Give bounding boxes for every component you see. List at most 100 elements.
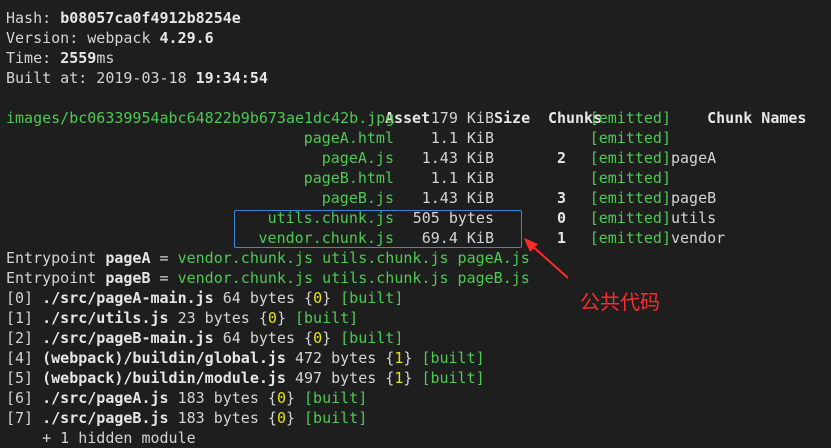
module-path: ./src/utils.js — [42, 309, 169, 327]
module-id: [1] — [6, 309, 43, 327]
asset-name: pageB.html — [303, 169, 394, 187]
annotation-arrow-icon — [524, 238, 569, 279]
module-id: [7] — [6, 409, 43, 427]
time-line: Time: 2559ms — [6, 49, 115, 67]
module-close: } — [285, 389, 305, 407]
module-size: 64 bytes { — [213, 329, 314, 347]
module-status: [built] — [340, 329, 404, 347]
asset-size: 1.1 KiB — [430, 129, 494, 147]
hash-value: b08057ca0f4912b8254e — [60, 9, 241, 27]
built-time: 19:34:54 — [195, 69, 268, 87]
asset-name: pageB.js — [321, 189, 394, 207]
module-size: 472 bytes { — [285, 349, 395, 367]
asset-name: images/bc06339954abc64822b9b673ae1dc42b.… — [6, 109, 395, 127]
asset-name: pageA.html — [303, 129, 394, 147]
entrypoint-name: pageB — [105, 269, 151, 287]
module-path: ./src/pageA-main.js — [42, 289, 214, 307]
emitted-status: [emitted] — [589, 149, 671, 167]
asset-name: pageA.js — [321, 149, 394, 167]
module-chunk: 0 — [267, 309, 277, 327]
chunk-name: utils — [671, 209, 717, 227]
version-value: 4.29.6 — [159, 29, 214, 47]
module-path: ./src/pageB.js — [42, 409, 169, 427]
module-id: [2] — [6, 329, 43, 347]
entrypoint-files: vendor.chunk.js utils.chunk.js pageB.js — [177, 269, 530, 287]
asset-size: 179 KiB — [430, 109, 494, 127]
entrypoint-label: Entrypoint — [6, 269, 106, 287]
module-line: [0] ./src/pageA-main.js 64 bytes {0} [bu… — [6, 288, 826, 308]
module-close: } — [403, 369, 422, 387]
module-id: [6] — [6, 389, 43, 407]
table-row: pageA.js 1.43 KiB 2 [emitted]pageA — [6, 148, 826, 168]
module-size: 183 bytes { — [168, 389, 277, 407]
module-line: [2] ./src/pageB-main.js 64 bytes {0} [bu… — [6, 328, 826, 348]
module-id: [4] — [6, 349, 43, 367]
annotation-label: 公共代码 — [580, 290, 660, 314]
module-status: [built] — [304, 409, 368, 427]
entrypoint-label: Entrypoint — [6, 249, 106, 267]
chunk-name: pageA — [671, 149, 717, 167]
module-close: } — [403, 349, 422, 367]
version-line: Version: webpack 4.29.6 — [6, 29, 214, 47]
module-status: [built] — [295, 309, 359, 327]
table-row: pageA.html 1.1 KiB [emitted] — [6, 128, 826, 148]
emitted-status: [emitted] — [589, 129, 671, 147]
entrypoint-name: pageA — [105, 249, 151, 267]
emitted-status: [emitted] — [589, 109, 671, 127]
built-at-line: Built at: 2019-03-18 19:34:54 — [6, 69, 268, 87]
module-close: } — [322, 329, 341, 347]
module-chunk: 0 — [276, 409, 286, 427]
module-status: [built] — [421, 369, 485, 387]
module-path: ./src/pageA.js — [42, 389, 169, 407]
module-line: [5] (webpack)/buildin/module.js 497 byte… — [6, 368, 826, 388]
module-path: (webpack)/buildin/global.js — [42, 349, 286, 367]
asset-table-header: Asset Size Chunks Chunk Names — [6, 88, 826, 127]
module-close: } — [322, 289, 341, 307]
table-row: pageB.html 1.1 KiB [emitted] — [6, 168, 826, 188]
module-size: 497 bytes { — [285, 369, 395, 387]
table-row: pageB.js 1.43 KiB 3 [emitted]pageB — [6, 188, 826, 208]
emitted-status: [emitted] — [589, 189, 671, 207]
module-chunk: 0 — [313, 329, 323, 347]
hidden-modules-line: + 1 hidden module — [6, 429, 196, 447]
module-line: [6] ./src/pageA.js 183 bytes {0} [built] — [6, 388, 826, 408]
module-close: } — [276, 309, 295, 327]
col-chunk-names: Chunk Names — [707, 109, 807, 127]
entrypoint-line: Entrypoint pageA = vendor.chunk.js utils… — [6, 248, 826, 268]
entrypoint-eq: = — [150, 249, 178, 267]
module-id: [0] — [6, 289, 43, 307]
emitted-status: [emitted] — [589, 169, 671, 187]
module-line: [4] (webpack)/buildin/global.js 472 byte… — [6, 348, 826, 368]
module-status: [built] — [304, 389, 368, 407]
module-line: [7] ./src/pageB.js 183 bytes {0} [built] — [6, 408, 826, 428]
entrypoint-files: vendor.chunk.js utils.chunk.js pageA.js — [177, 249, 530, 267]
shared-chunks-highlight-box — [234, 210, 522, 248]
entrypoints: Entrypoint pageA = vendor.chunk.js utils… — [6, 248, 826, 288]
hash-line: Hash: b08057ca0f4912b8254e — [6, 9, 241, 27]
module-status: [built] — [340, 289, 404, 307]
asset-size: 1.43 KiB — [421, 149, 494, 167]
module-status: [built] — [421, 349, 485, 367]
module-chunk: 0 — [313, 289, 323, 307]
module-chunk: 0 — [276, 389, 286, 407]
asset-chunks: 2 — [556, 149, 566, 167]
module-list: [0] ./src/pageA-main.js 64 bytes {0} [bu… — [6, 288, 826, 428]
asset-chunks: 3 — [556, 189, 566, 207]
chunk-name: pageB — [671, 189, 717, 207]
entrypoint-eq: = — [150, 269, 178, 287]
module-path: (webpack)/buildin/module.js — [42, 369, 286, 387]
time-value: 2559 — [60, 49, 97, 67]
module-size: 64 bytes { — [213, 289, 314, 307]
module-size: 23 bytes { — [168, 309, 268, 327]
chunk-name: vendor — [671, 229, 726, 247]
module-size: 183 bytes { — [168, 409, 277, 427]
module-line: [1] ./src/utils.js 23 bytes {0} [built] — [6, 308, 826, 328]
module-path: ./src/pageB-main.js — [42, 329, 214, 347]
asset-size: 1.43 KiB — [421, 189, 494, 207]
entrypoint-line: Entrypoint pageB = vendor.chunk.js utils… — [6, 268, 826, 288]
asset-size: 1.1 KiB — [430, 169, 494, 187]
emitted-status: [emitted] — [589, 229, 671, 247]
module-id: [5] — [6, 369, 43, 387]
emitted-status: [emitted] — [589, 209, 671, 227]
module-close: } — [285, 409, 305, 427]
